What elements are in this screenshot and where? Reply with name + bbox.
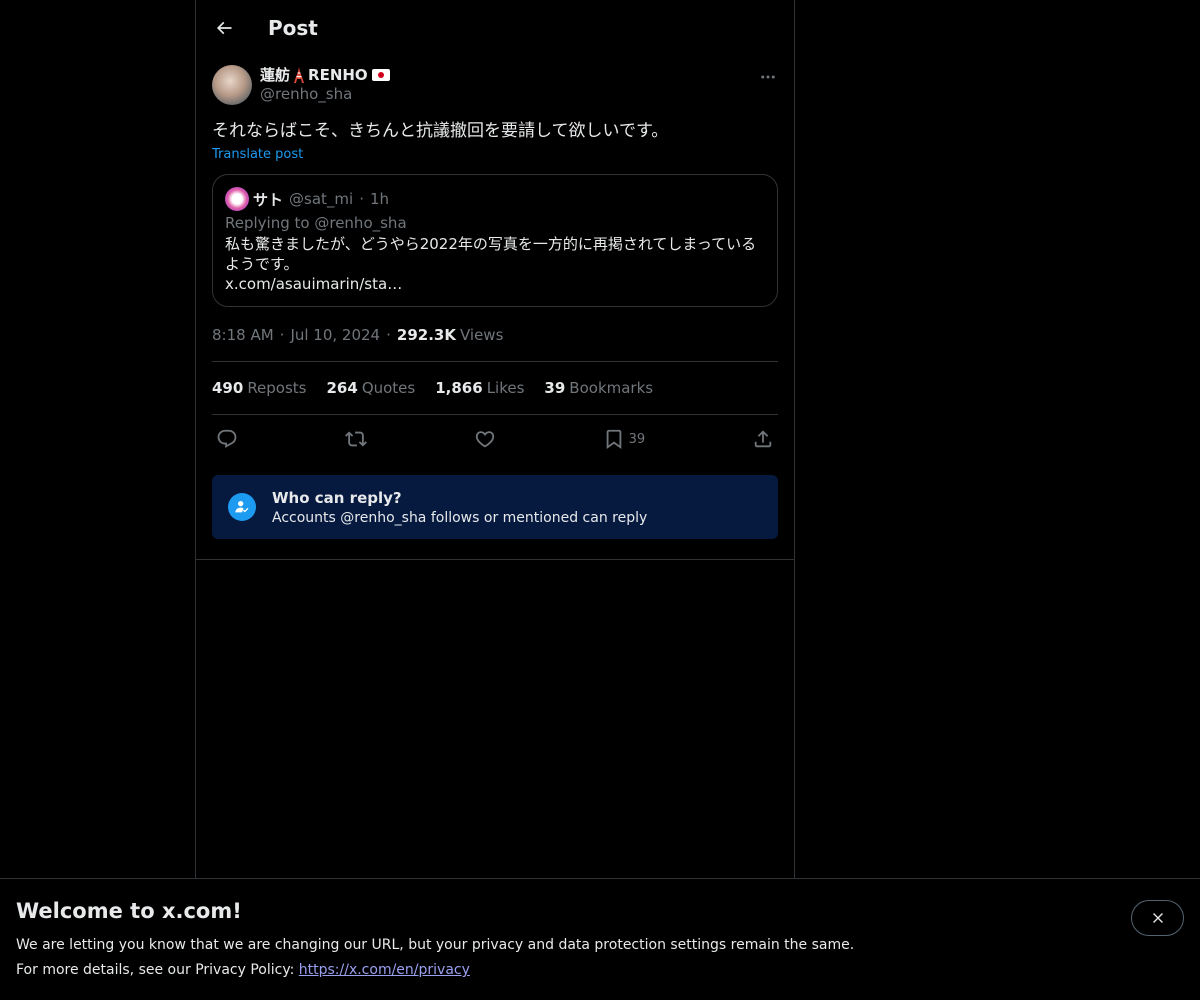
author-names: 蓮舫 RENHO @renho_sha: [260, 65, 390, 102]
arrow-left-icon: [216, 21, 232, 34]
banner-message: We are letting you know that we are chan…: [16, 937, 855, 953]
reply-icon: [217, 429, 237, 448]
more-horizontal-icon: [761, 75, 775, 79]
quote-time: 1h: [369, 190, 390, 208]
who-can-reply-box: Who can reply? Accounts @renho_sha follo…: [212, 475, 778, 539]
tokyo-tower-icon: [294, 67, 305, 83]
close-banner-button[interactable]: [1131, 900, 1184, 936]
views-count: 292.3K: [396, 326, 456, 344]
share-button[interactable]: [752, 428, 774, 450]
heart-icon: [475, 431, 494, 448]
quotes-count: 264: [326, 379, 358, 397]
translate-post-link[interactable]: Translate post: [212, 147, 303, 162]
replying-handle: @renho_sha: [314, 214, 407, 232]
quoted-post[interactable]: サト @sat_mi · 1h Replying to @renho_sha 私…: [212, 174, 778, 307]
actions-row: 39: [212, 415, 778, 463]
quotes-stat[interactable]: 264 Quotes: [327, 379, 416, 397]
quote-name: サト: [253, 190, 284, 209]
japan-flag-icon: [371, 69, 390, 81]
quote-dot: ·: [359, 190, 364, 208]
bookmark-count: 39: [628, 431, 646, 447]
display-name[interactable]: 蓮舫 RENHO: [260, 65, 390, 85]
quote-text: 私も驚きましたが、どうやら2022年の写真を一方的に再掲されてしまっている よう…: [225, 235, 757, 293]
who-can-reply-subtitle: Accounts @renho_sha follows or mentioned…: [272, 509, 648, 526]
post-text: それならばこそ、きちんと抗議撤回を要請して欲しいです。: [212, 121, 669, 141]
close-icon: [1152, 913, 1163, 923]
header: Post: [196, 0, 794, 55]
banner-title: Welcome to x.com!: [16, 899, 242, 923]
back-button[interactable]: [212, 16, 236, 40]
person-check-icon: [228, 493, 256, 521]
share-icon: [754, 430, 772, 448]
post: 蓮舫 RENHO @renho_sha それならばこそ、きちんと抗議撤回を要請し…: [196, 65, 794, 539]
views-label: Views: [459, 326, 504, 344]
post-time[interactable]: 8:18 AM: [212, 326, 274, 344]
banner-details-prefix: For more details, see our Privacy Policy…: [16, 962, 295, 978]
repost-icon: [344, 431, 367, 447]
avatar[interactable]: [212, 65, 252, 105]
privacy-policy-link[interactable]: https://x.com/en/privacy: [299, 962, 470, 978]
reposts-stat[interactable]: 490 Reposts: [212, 379, 307, 397]
likes-label: Likes: [486, 379, 525, 397]
bookmarks-count: 39: [544, 379, 566, 397]
reposts-count: 490: [212, 379, 244, 397]
thread-divider: [196, 559, 794, 560]
more-button[interactable]: [758, 67, 778, 87]
quote-handle: @sat_mi: [289, 190, 354, 208]
quote-replying: Replying to @renho_sha: [225, 214, 765, 232]
quote-avatar: [225, 187, 249, 211]
bookmarks-stat[interactable]: 39 Bookmarks: [544, 379, 653, 397]
meta-dot: ·: [279, 326, 285, 344]
display-name-text: 蓮舫: [260, 65, 291, 84]
url-change-banner: Welcome to x.com! We are letting you kno…: [0, 878, 1200, 1000]
reply-button[interactable]: [216, 428, 238, 450]
post-meta: 8:18 AM · Jul 10, 2024 · 292.3K Views: [212, 325, 778, 345]
bookmark-icon: [606, 429, 621, 450]
display-name-suffix: RENHO: [308, 65, 368, 84]
likes-count: 1,866: [435, 379, 483, 397]
meta-dot-2: ·: [386, 326, 391, 344]
reposts-label: Reposts: [247, 379, 307, 397]
replying-label: Replying to: [225, 214, 310, 232]
post-date[interactable]: Jul 10, 2024: [290, 326, 380, 344]
who-can-reply-title: Who can reply?: [272, 488, 402, 507]
page-title: Post: [268, 15, 318, 40]
bookmarks-label: Bookmarks: [569, 379, 654, 397]
who-can-reply-texts: Who can reply? Accounts @renho_sha follo…: [272, 489, 647, 526]
repost-button[interactable]: [344, 428, 367, 450]
like-button[interactable]: [474, 428, 496, 450]
banner-details: For more details, see our Privacy Policy…: [16, 962, 470, 978]
author-handle[interactable]: @renho_sha: [260, 87, 390, 102]
quote-header: サト @sat_mi · 1h: [225, 187, 765, 211]
likes-stat[interactable]: 1,866 Likes: [435, 379, 524, 397]
stats-row: 490 Reposts 264 Quotes 1,866 Likes 39 Bookma…: [212, 362, 778, 414]
bookmark-button[interactable]: 39: [603, 428, 646, 450]
main-column: Post 蓮舫 RENHO @renho_sha それならばこそ、きちんと抗議撤…: [195, 0, 795, 880]
quotes-label: Quotes: [361, 379, 416, 397]
author-row: 蓮舫 RENHO @renho_sha: [212, 65, 778, 109]
